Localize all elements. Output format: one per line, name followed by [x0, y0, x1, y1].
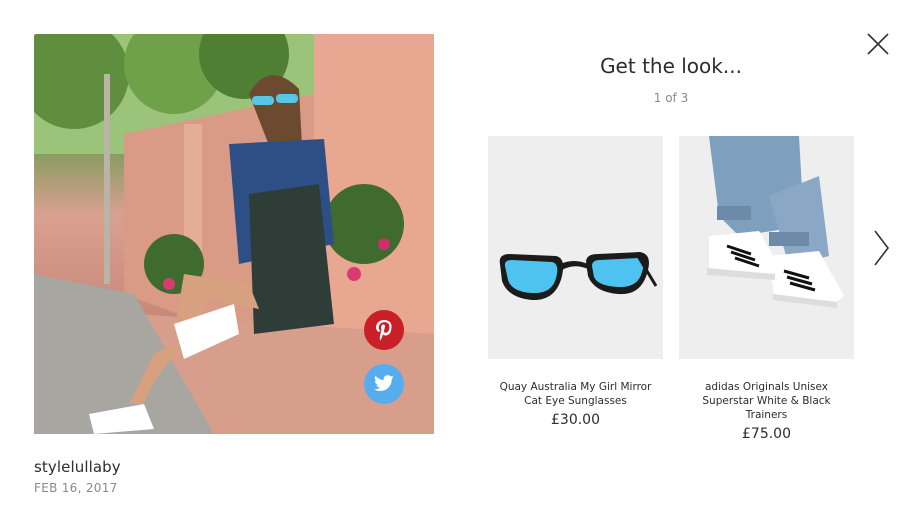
product-price: £30.00 [551, 412, 600, 428]
twitter-share-button[interactable] [364, 364, 404, 404]
sunglasses-product-image[interactable] [488, 136, 663, 359]
sunglasses-icon [488, 136, 663, 359]
close-button[interactable] [866, 32, 890, 56]
product-card[interactable]: adidas Originals Unisex Superstar White … [679, 136, 854, 442]
look-photo [34, 34, 434, 434]
pinterest-icon [376, 320, 392, 341]
product-name[interactable]: adidas Originals Unisex Superstar White … [679, 380, 854, 422]
look-counter: 1 of 3 [653, 91, 689, 105]
product-name[interactable]: Quay Australia My Girl Mirror Cat Eye Su… [488, 380, 663, 408]
close-icon [867, 33, 889, 55]
twitter-icon [374, 375, 394, 392]
pinterest-share-button[interactable] [364, 310, 404, 350]
sneakers-icon [679, 136, 854, 359]
product-price: £75.00 [742, 426, 791, 442]
product-card[interactable]: Quay Australia My Girl Mirror Cat Eye Su… [488, 136, 663, 428]
sneakers-product-image[interactable] [679, 136, 854, 359]
look-title: Get the look... [600, 54, 742, 78]
post-username[interactable]: stylelullaby [34, 458, 121, 476]
carousel-next-button[interactable] [871, 229, 891, 267]
chevron-right-icon [874, 230, 890, 266]
post-date: FEB 16, 2017 [34, 481, 118, 495]
